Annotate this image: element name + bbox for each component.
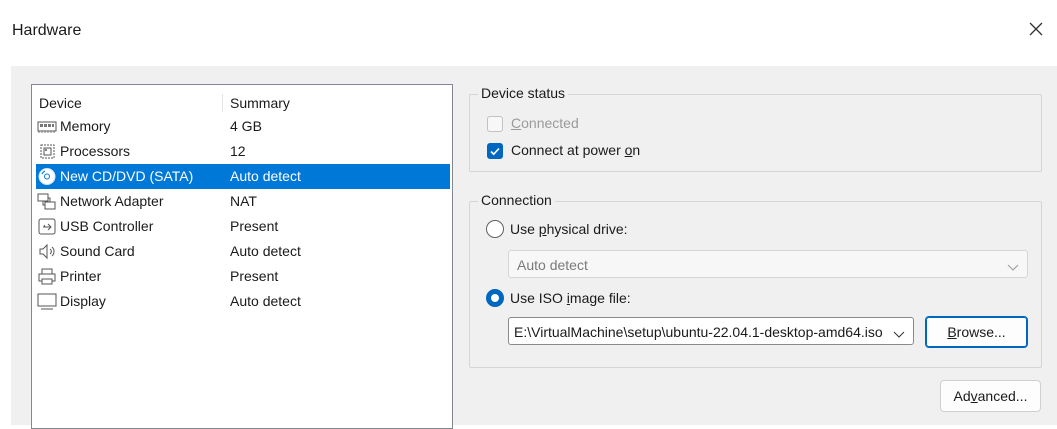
device-row-network-adapter[interactable]: Network Adapter NAT: [32, 189, 452, 214]
window-title: Hardware: [12, 22, 82, 39]
advanced-button[interactable]: Advanced...: [940, 380, 1041, 412]
column-header-summary[interactable]: Summary: [230, 95, 290, 111]
use-physical-drive-label[interactable]: Use physical drive:: [510, 221, 628, 237]
device-list[interactable]: Device Summary Memory 4 GB Processors 12…: [31, 84, 453, 429]
network-icon: [37, 192, 57, 211]
device-summary: Auto detect: [230, 293, 301, 309]
connect-at-power-on-checkbox[interactable]: [487, 143, 503, 159]
device-name: Memory: [60, 118, 111, 134]
device-summary: Present: [230, 218, 279, 234]
connection-group: Connection Use physical drive: Auto dete…: [469, 192, 1042, 368]
column-separator: [222, 94, 223, 112]
display-icon: [37, 292, 57, 311]
device-summary: NAT: [230, 193, 257, 209]
device-status-group: Device status Connected Connect at power…: [469, 85, 1042, 172]
use-iso-image-radio[interactable]: [486, 289, 504, 307]
iso-path-combo[interactable]: E:\VirtualMachine\setup\ubuntu-22.04.1-d…: [508, 317, 914, 345]
connection-legend: Connection: [478, 192, 555, 208]
device-row-printer[interactable]: Printer Present: [32, 264, 452, 289]
device-row-cd-dvd[interactable]: New CD/DVD (SATA) Auto detect: [36, 164, 450, 189]
speaker-icon: [37, 242, 57, 261]
physical-drive-select: Auto detect: [508, 250, 1028, 278]
connect-at-power-on-label[interactable]: Connect at power on: [511, 142, 640, 158]
device-row-display[interactable]: Display Auto detect: [32, 289, 452, 314]
device-status-legend: Device status: [478, 85, 569, 101]
title-bar: Hardware: [0, 0, 1057, 66]
device-row-sound-card[interactable]: Sound Card Auto detect: [32, 239, 452, 264]
device-name: New CD/DVD (SATA): [60, 168, 194, 184]
iso-path-value[interactable]: E:\VirtualMachine\setup\ubuntu-22.04.1-d…: [514, 324, 887, 340]
usb-icon: [37, 217, 57, 236]
connected-label: Connected: [511, 115, 579, 131]
checkmark-icon: [490, 147, 500, 156]
device-summary: 12: [230, 143, 246, 159]
device-name: Network Adapter: [60, 193, 164, 209]
cd-dvd-icon: [37, 167, 57, 186]
close-icon[interactable]: [1025, 18, 1047, 40]
physical-drive-value: Auto detect: [517, 257, 588, 273]
chevron-down-icon: [1007, 259, 1019, 271]
column-header-device[interactable]: Device: [39, 95, 82, 111]
browse-button[interactable]: Browse...: [925, 316, 1028, 348]
device-name: Display: [60, 293, 106, 309]
device-name: USB Controller: [60, 218, 154, 234]
device-name: Sound Card: [60, 243, 135, 259]
device-list-header: Device Summary: [32, 92, 452, 114]
device-name: Processors: [60, 143, 131, 159]
use-physical-drive-radio[interactable]: [486, 220, 504, 238]
dialog-body: Device Summary Memory 4 GB Processors 12…: [11, 66, 1057, 429]
device-summary: Present: [230, 268, 279, 284]
device-name: Printer: [60, 268, 102, 284]
device-summary: Auto detect: [230, 243, 301, 259]
device-row-memory[interactable]: Memory 4 GB: [32, 114, 452, 139]
connected-checkbox: [487, 116, 503, 132]
use-iso-image-label[interactable]: Use ISO image file:: [510, 290, 631, 306]
memory-icon: [37, 117, 57, 136]
chevron-down-icon[interactable]: [893, 326, 907, 338]
processor-icon: [37, 142, 57, 161]
device-row-usb-controller[interactable]: USB Controller Present: [32, 214, 452, 239]
printer-icon: [37, 267, 57, 286]
device-summary: 4 GB: [230, 118, 262, 134]
device-summary: Auto detect: [230, 168, 301, 184]
device-row-processors[interactable]: Processors 12: [32, 139, 452, 164]
